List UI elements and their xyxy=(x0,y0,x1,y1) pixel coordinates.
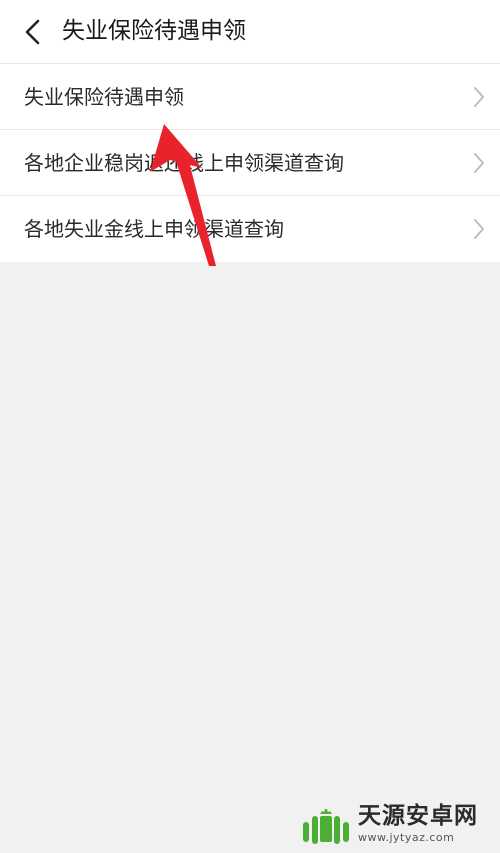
page-title: 失业保险待遇申领 xyxy=(62,18,246,44)
back-button[interactable] xyxy=(10,10,54,54)
menu-list: 失业保险待遇申领 各地企业稳岗返还线上申领渠道查询 各地失业金线上申领渠道查询 xyxy=(0,64,500,262)
app-header: 失业保险待遇申领 xyxy=(0,0,500,64)
site-watermark: 天源安卓网 www.jytyaz.com xyxy=(300,800,496,848)
chevron-left-icon xyxy=(25,19,40,45)
watermark-url: www.jytyaz.com xyxy=(358,831,455,844)
list-item-label: 各地企业稳岗返还线上申领渠道查询 xyxy=(24,151,344,175)
chevron-right-icon xyxy=(474,219,484,239)
android-logo-icon xyxy=(303,809,349,844)
list-item-label: 各地失业金线上申领渠道查询 xyxy=(24,217,284,241)
list-item-job-stabilization-refund-query[interactable]: 各地企业稳岗返还线上申领渠道查询 xyxy=(0,130,500,196)
chevron-right-icon xyxy=(474,87,484,107)
list-item-unemployment-benefit-claim[interactable]: 失业保险待遇申领 xyxy=(0,64,500,130)
list-item-unemployment-fund-channel-query[interactable]: 各地失业金线上申领渠道查询 xyxy=(0,196,500,262)
chevron-right-icon xyxy=(474,153,484,173)
watermark-name: 天源安卓网 xyxy=(358,803,478,829)
list-item-label: 失业保险待遇申领 xyxy=(24,85,184,109)
